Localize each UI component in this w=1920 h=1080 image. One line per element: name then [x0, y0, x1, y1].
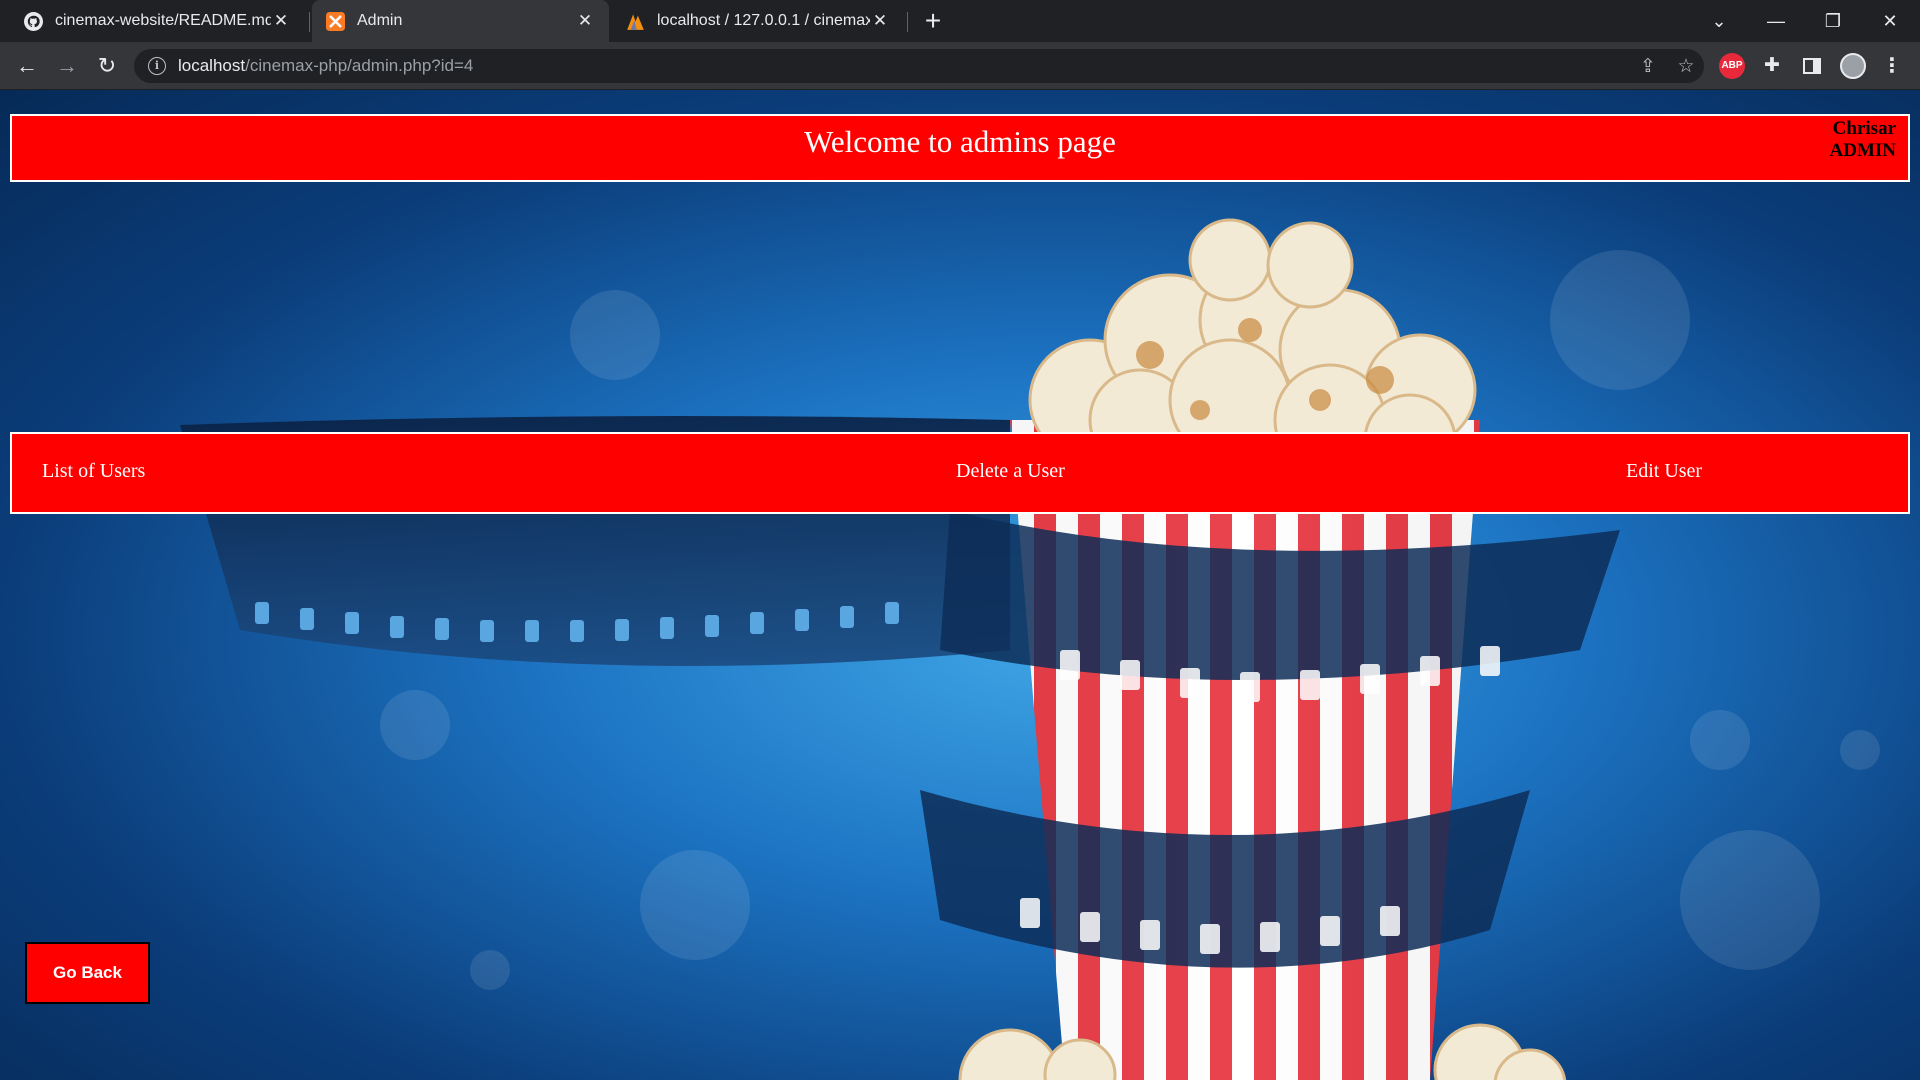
tab-search-chevron-icon[interactable]: ⌄: [1699, 6, 1739, 36]
menu-delete-user-link[interactable]: Delete a User: [956, 460, 1065, 483]
reload-icon[interactable]: ↻: [92, 51, 122, 81]
close-icon[interactable]: ✕: [575, 11, 595, 31]
forward-arrow-icon[interactable]: →: [52, 51, 82, 81]
tab-github-readme[interactable]: cinemax-website/README.md at ✕: [10, 0, 305, 42]
share-icon[interactable]: ⇪: [1638, 57, 1658, 77]
admin-menu: List of Users Delete a User Edit User: [10, 432, 1910, 514]
side-panel-icon[interactable]: [1799, 53, 1825, 79]
close-icon[interactable]: ✕: [870, 11, 890, 31]
bookmark-star-icon[interactable]: ☆: [1676, 57, 1696, 77]
tab-divider: [309, 12, 310, 32]
menu-list-users-link[interactable]: List of Users: [42, 460, 145, 483]
close-icon[interactable]: ✕: [271, 11, 291, 31]
menu-edit-user-link[interactable]: Edit User: [1626, 460, 1702, 483]
github-icon: [24, 11, 43, 31]
popcorn-filmstrip-illustration: [180, 218, 1620, 1080]
window-close-icon[interactable]: ✕: [1870, 6, 1910, 36]
tab-title: cinemax-website/README.md at: [55, 12, 271, 29]
minimize-icon[interactable]: —: [1756, 6, 1796, 36]
adblock-extension-icon[interactable]: ABP: [1719, 53, 1745, 79]
new-tab-button[interactable]: +: [920, 7, 946, 35]
address-path: /cinemax-php/admin.php?id=4: [245, 56, 474, 75]
current-user-info: Chrisar ADMIN: [1830, 118, 1897, 162]
tab-divider: [907, 12, 908, 32]
tab-title: localhost / 127.0.0.1 / cinemaxdb: [657, 12, 870, 29]
extensions-puzzle-icon[interactable]: ✚: [1759, 53, 1785, 79]
user-name: Chrisar: [1832, 118, 1896, 139]
page-title: Welcome to admins page: [804, 124, 1116, 159]
back-arrow-icon[interactable]: ←: [12, 51, 42, 81]
tab-title: Admin: [357, 12, 403, 29]
address-url[interactable]: localhost/cinemax-php/admin.php?id=4: [178, 56, 473, 76]
tab-phpmyadmin[interactable]: localhost / 127.0.0.1 / cinemaxdb ✕: [612, 0, 904, 42]
profile-avatar[interactable]: [1840, 53, 1866, 79]
xampp-icon: [326, 11, 345, 31]
address-host: localhost: [178, 56, 246, 75]
page-viewport: Welcome to admins page Chrisar ADMIN Lis…: [0, 90, 1920, 1080]
site-info-icon[interactable]: i: [148, 57, 166, 75]
phpmyadmin-icon: [627, 13, 644, 30]
restore-icon[interactable]: ❐: [1813, 6, 1853, 36]
menu-kebab-icon[interactable]: ⋮: [1879, 53, 1905, 79]
address-bar[interactable]: i localhost/cinemax-php/admin.php?id=4 ⇪…: [134, 49, 1704, 83]
admin-header: Welcome to admins page Chrisar ADMIN: [10, 114, 1910, 182]
tab-strip: cinemax-website/README.md at ✕ Admin ✕ l…: [0, 0, 1920, 42]
tab-admin[interactable]: Admin ✕: [312, 0, 609, 42]
go-back-button[interactable]: Go Back: [25, 942, 150, 1004]
user-role: ADMIN: [1829, 140, 1897, 161]
browser-toolbar: ← → ↻ i localhost/cinemax-php/admin.php?…: [0, 42, 1920, 90]
